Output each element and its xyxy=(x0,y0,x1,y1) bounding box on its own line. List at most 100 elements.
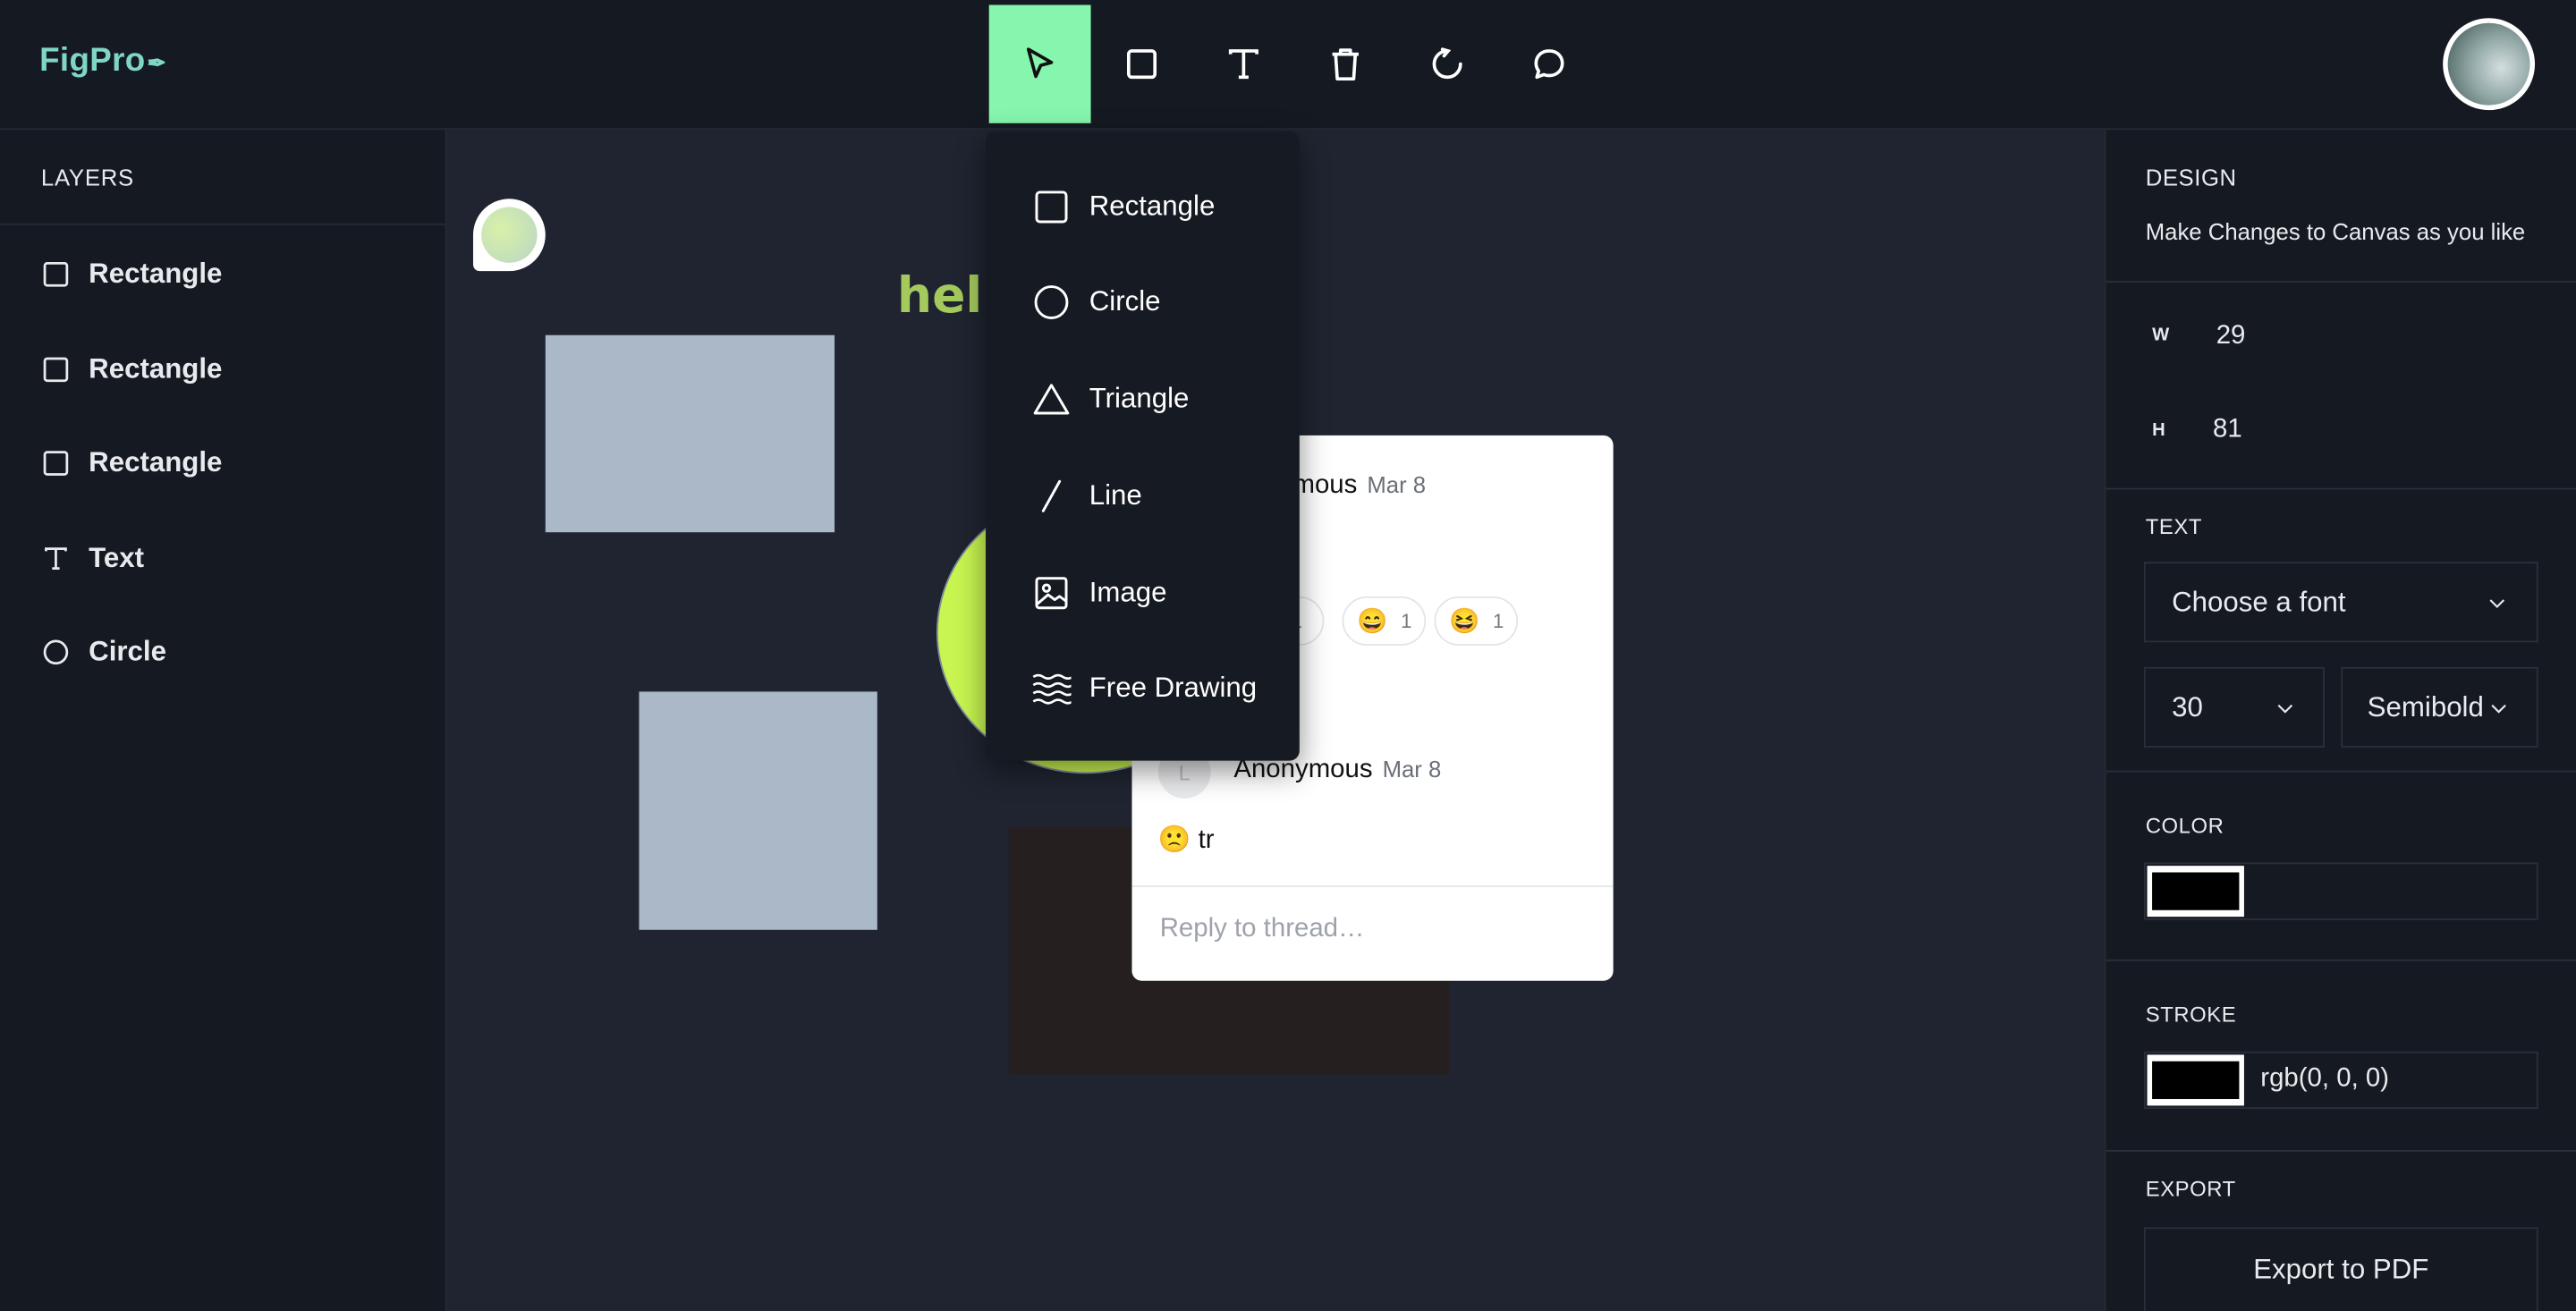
layers-panel: LAYERS Rectangle Rectangle Rectangle Tex… xyxy=(0,130,447,1311)
color-swatch xyxy=(2152,872,2240,910)
layer-label: Rectangle xyxy=(89,352,223,385)
reset-tool-button[interactable] xyxy=(1396,5,1498,123)
user-avatar[interactable] xyxy=(2443,18,2536,111)
layer-item-text[interactable]: Text xyxy=(41,539,144,579)
reaction-chip[interactable]: 😆 1 xyxy=(1434,596,1519,646)
square-icon xyxy=(43,262,69,287)
width-label: W xyxy=(2152,325,2170,345)
height-input[interactable]: 81 xyxy=(2213,416,2242,445)
dimensions-section: W 29 H 81 xyxy=(2106,281,2576,490)
stroke-swatch-frame[interactable] xyxy=(2147,1054,2244,1106)
thread-divider xyxy=(1131,885,1614,888)
menu-item-label: Circle xyxy=(1089,285,1161,317)
width-input[interactable]: 29 xyxy=(2216,322,2246,351)
canvas-rectangle[interactable] xyxy=(545,334,835,533)
chevron-down-icon xyxy=(2489,599,2505,609)
layer-label: Rectangle xyxy=(89,258,223,290)
square-icon xyxy=(43,357,69,383)
reply-input[interactable]: Reply to thread… xyxy=(1160,915,1365,944)
comment-date: Mar 8 xyxy=(1382,756,1442,782)
font-size-select[interactable]: 30 xyxy=(2143,666,2325,748)
cursor-icon xyxy=(1026,47,1054,79)
comment-pin-avatar xyxy=(481,207,538,263)
menu-item-image[interactable]: Image xyxy=(1031,571,1167,614)
stroke-swatch xyxy=(2152,1061,2240,1100)
design-panel: DESIGN Make Changes to Canvas as you lik… xyxy=(2104,130,2576,1311)
text-tool-button[interactable] xyxy=(1192,5,1294,123)
reaction-emoji: 😄 xyxy=(1357,607,1388,636)
export-pdf-label: Export to PDF xyxy=(2253,1253,2429,1285)
menu-item-free-drawing[interactable]: Free Drawing xyxy=(1031,667,1257,710)
stroke-field[interactable]: rgb(0, 0, 0) xyxy=(2143,1051,2538,1110)
reaction-count: 1 xyxy=(1492,609,1504,633)
height-label: H xyxy=(2152,420,2165,441)
design-title: DESIGN xyxy=(2145,164,2237,191)
menu-item-label: Triangle xyxy=(1089,383,1190,414)
app-logo[interactable]: FigPro ✒ xyxy=(39,43,166,80)
square-icon xyxy=(43,451,69,476)
menu-item-line[interactable]: Line xyxy=(1031,475,1142,518)
layer-label: Text xyxy=(89,542,145,574)
pen-icon: ✒ xyxy=(147,49,167,76)
top-toolbar: FigPro ✒ xyxy=(0,0,2576,131)
menu-item-label: Line xyxy=(1089,479,1142,512)
refresh-icon xyxy=(1432,47,1462,80)
text-icon xyxy=(1228,49,1258,80)
menu-item-rectangle[interactable]: Rectangle xyxy=(1031,186,1215,229)
text-icon xyxy=(45,547,67,571)
layer-label: Circle xyxy=(89,635,166,667)
app-window: FigPro ✒ LAYERS Rectangle Rectangle Rect… xyxy=(0,0,2576,1311)
export-section: EXPORT Export to PDF xyxy=(2106,1150,2576,1311)
layer-item-rectangle[interactable]: Rectangle xyxy=(41,444,222,483)
menu-item-label: Image xyxy=(1089,576,1167,608)
triangle-icon xyxy=(1033,384,1070,415)
stroke-value[interactable]: rgb(0, 0, 0) xyxy=(2260,1064,2389,1094)
menu-item-triangle[interactable]: Triangle xyxy=(1031,378,1189,421)
color-field[interactable] xyxy=(2143,862,2538,920)
shape-dropdown-menu: Rectangle Circle Triangle Line Image Fre… xyxy=(986,131,1300,761)
comment-pin[interactable] xyxy=(472,199,546,272)
design-header-section: DESIGN Make Changes to Canvas as you lik… xyxy=(2106,130,2576,283)
text-section-title: TEXT xyxy=(2145,514,2202,539)
text-section: TEXT Choose a font 30 Semibold xyxy=(2106,488,2576,773)
design-subtitle: Make Changes to Canvas as you like xyxy=(2145,218,2526,245)
color-section: COLOR xyxy=(2106,771,2576,961)
font-weight-value: Semibold xyxy=(2367,690,2484,723)
export-section-title: EXPORT xyxy=(2145,1176,2236,1201)
canvas-rectangle[interactable] xyxy=(639,691,877,930)
select-tool-button[interactable] xyxy=(988,4,1091,123)
reaction-emoji: 😆 xyxy=(1448,607,1480,636)
menu-item-label: Rectangle xyxy=(1089,190,1216,223)
square-icon xyxy=(1126,49,1157,80)
chat-bubble-icon xyxy=(1534,49,1564,80)
chevron-down-icon xyxy=(2491,704,2506,714)
comments-tool-button[interactable] xyxy=(1498,5,1600,123)
logo-text: FigPro xyxy=(39,42,146,80)
square-icon xyxy=(1035,190,1068,224)
reaction-chip[interactable]: 😄 1 xyxy=(1342,596,1427,646)
line-icon xyxy=(1041,479,1062,512)
menu-item-label: Free Drawing xyxy=(1089,672,1258,704)
layer-item-rectangle[interactable]: Rectangle xyxy=(41,255,222,294)
circle-icon xyxy=(1034,285,1069,319)
layer-label: Rectangle xyxy=(89,446,223,478)
reaction-count: 1 xyxy=(1401,609,1412,633)
waves-icon xyxy=(1032,673,1072,705)
export-pdf-button[interactable]: Export to PDF xyxy=(2143,1227,2538,1311)
font-family-select[interactable]: Choose a font xyxy=(2143,562,2538,643)
layer-item-circle[interactable]: Circle xyxy=(41,632,166,672)
font-weight-select[interactable]: Semibold xyxy=(2341,666,2538,748)
delete-tool-button[interactable] xyxy=(1294,5,1396,123)
layer-item-rectangle[interactable]: Rectangle xyxy=(41,350,222,389)
rectangle-tool-button[interactable] xyxy=(1091,5,1193,123)
stroke-section-title: STROKE xyxy=(2145,1002,2237,1028)
color-swatch-frame[interactable] xyxy=(2147,866,2244,918)
font-size-value: 30 xyxy=(2172,690,2203,723)
image-icon xyxy=(1035,577,1068,610)
comment-header: ymous Mar 8 xyxy=(1280,471,1426,501)
trash-icon xyxy=(1332,48,1359,81)
comment-date: Mar 8 xyxy=(1367,471,1427,498)
circle-icon xyxy=(43,639,69,665)
font-family-value: Choose a font xyxy=(2172,585,2346,617)
menu-item-circle[interactable]: Circle xyxy=(1031,281,1161,324)
